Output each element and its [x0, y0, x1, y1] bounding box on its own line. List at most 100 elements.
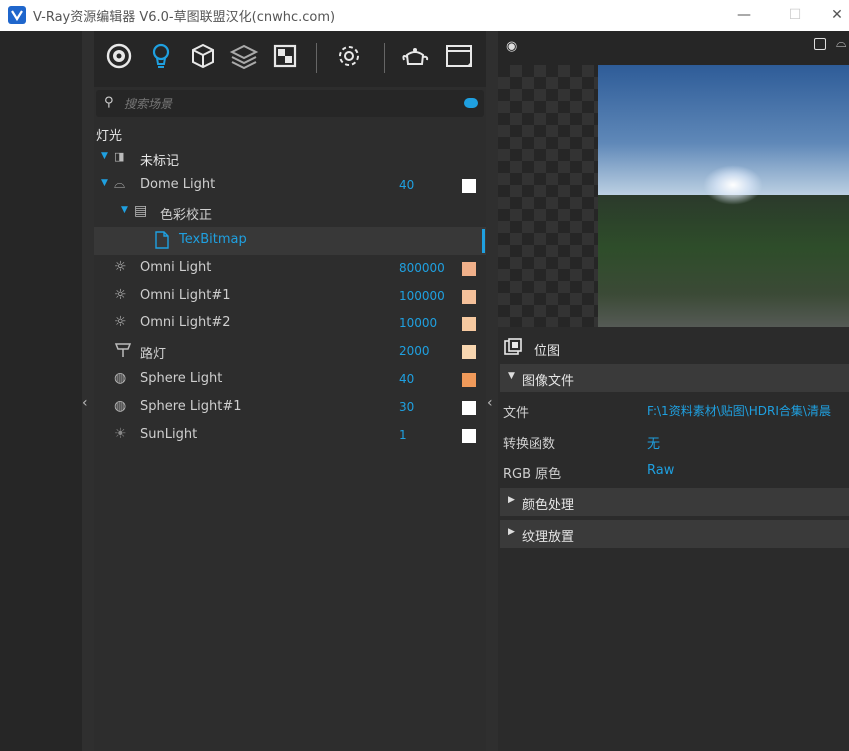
list-item-label: Sphere Light — [140, 371, 223, 386]
list-item[interactable]: ▼ ⌓ Dome Light 40 — [94, 172, 486, 200]
expand-arrow-icon[interactable]: ▼ — [101, 178, 108, 188]
preview-eye-icon[interactable]: ◉ — [506, 39, 517, 54]
dome-light-icon: ⌓ — [114, 176, 126, 192]
intensity-value[interactable]: 40 — [399, 178, 414, 192]
minimize-icon[interactable]: — — [733, 4, 755, 26]
lights-icon[interactable] — [146, 41, 176, 71]
omni-light-icon: ☼ — [114, 314, 127, 330]
list-item[interactable]: ▼ ▤ 色彩校正 — [94, 199, 486, 227]
materials-icon[interactable] — [104, 41, 134, 71]
expand-arrow-icon[interactable]: ▼ — [101, 151, 108, 161]
preview-toolbar: ◉ ⌓ — [498, 31, 849, 65]
bitmap-title: 位图 — [534, 344, 561, 359]
list-item-label: 未标记 — [140, 154, 180, 169]
scene-search-field[interactable]: ⚲ 搜索场景 — [96, 90, 484, 117]
expand-arrow-icon[interactable]: ▼ — [121, 205, 128, 215]
color-processing-group[interactable]: ▶ 颜色处理 — [500, 488, 849, 516]
chevron-left-icon[interactable]: ‹ — [487, 395, 493, 411]
expand-arrow-icon[interactable]: ▼ — [508, 371, 515, 381]
color-swatch[interactable] — [462, 290, 476, 304]
list-item-label: 色彩校正 — [160, 208, 213, 223]
collapse-arrow-icon[interactable]: ▶ — [508, 527, 515, 537]
chevron-left-icon[interactable]: ‹ — [82, 395, 88, 411]
vray-app-icon — [8, 6, 26, 24]
toolbar-divider — [384, 43, 385, 73]
file-path-value[interactable]: F:\1资料素材\贴图\HDRI合集\清晨 — [647, 402, 831, 419]
intensity-value[interactable]: 2000 — [399, 344, 430, 358]
list-item[interactable]: ☀ SunLight 1 — [94, 422, 486, 450]
color-swatch[interactable] — [462, 179, 476, 193]
color-swatch[interactable] — [462, 317, 476, 331]
settings-icon[interactable] — [334, 41, 364, 71]
list-item-label: Sphere Light#1 — [140, 399, 242, 414]
toolbar-divider — [316, 43, 317, 73]
window-title: V-Ray资源编辑器 V6.0-草图联盟汉化(cnwhc.com) — [33, 10, 336, 25]
street-light-icon — [114, 342, 134, 362]
file-icon — [154, 231, 174, 251]
layers-icon[interactable] — [229, 41, 259, 71]
collapse-arrow-icon[interactable]: ▶ — [508, 495, 515, 505]
sphere-light-icon: ◍ — [114, 370, 127, 386]
intensity-value[interactable]: 40 — [399, 372, 414, 386]
list-item[interactable]: 路灯 2000 — [94, 338, 486, 366]
image-file-group[interactable]: ▼ 图像文件 — [500, 364, 849, 392]
maximize-icon[interactable]: ☐ — [784, 4, 806, 26]
group-label: 图像文件 — [522, 374, 575, 389]
intensity-value[interactable]: 800000 — [399, 261, 445, 275]
list-item-label: Omni Light — [140, 260, 212, 275]
lights-section-title: 灯光 — [96, 129, 123, 144]
texture-placement-group[interactable]: ▶ 纹理放置 — [500, 520, 849, 548]
search-icon: ⚲ — [104, 95, 114, 110]
rgb-primaries-value[interactable]: Raw — [647, 463, 674, 478]
render-elements-icon[interactable] — [270, 41, 300, 71]
list-item[interactable]: ▼ ◨ 未标记 — [94, 145, 486, 173]
transfer-function-value[interactable]: 无 — [647, 433, 660, 452]
intensity-value[interactable]: 10000 — [399, 316, 437, 330]
close-icon[interactable]: ✕ — [826, 4, 848, 26]
left-outer-panel — [0, 31, 82, 751]
list-item[interactable]: ☼ Omni Light#1 100000 — [94, 283, 486, 311]
selection-indicator — [482, 229, 485, 253]
checker-background — [498, 65, 598, 327]
square-preview-icon[interactable] — [814, 38, 826, 50]
list-item-selected[interactable]: TexBitmap — [94, 227, 486, 255]
asset-toolbar — [94, 31, 494, 87]
teapot-render-icon[interactable] — [400, 41, 430, 71]
color-swatch[interactable] — [462, 373, 476, 387]
tag-icon: ◨ — [114, 150, 125, 163]
bitmap-header: 位图 — [498, 333, 849, 363]
list-item-label: TexBitmap — [179, 232, 247, 247]
list-item-label: Omni Light#1 — [140, 288, 231, 303]
intensity-value[interactable]: 1 — [399, 428, 407, 442]
filter-visibility-icon[interactable] — [464, 98, 478, 108]
group-label: 颜色处理 — [522, 498, 575, 513]
list-item[interactable]: ◍ Sphere Light#1 30 — [94, 394, 486, 422]
list-item-label: 路灯 — [140, 347, 167, 362]
group-label: 纹理放置 — [522, 530, 575, 545]
title-bar: V-Ray资源编辑器 V6.0-草图联盟汉化(cnwhc.com) — ☐ ✕ — [0, 0, 849, 31]
list-item[interactable]: ◍ Sphere Light 40 — [94, 366, 486, 394]
list-item-label: SunLight — [140, 427, 198, 442]
geometry-icon[interactable] — [188, 41, 218, 71]
omni-light-icon: ☼ — [114, 287, 127, 303]
color-swatch[interactable] — [462, 262, 476, 276]
hdri-sun-glow — [703, 165, 763, 205]
search-placeholder: 搜索场景 — [124, 97, 173, 111]
list-item-label: Omni Light#2 — [140, 315, 231, 330]
list-item[interactable]: ☼ Omni Light#2 10000 — [94, 310, 486, 338]
frame-buffer-icon[interactable] — [444, 41, 474, 71]
sphere-light-icon: ◍ — [114, 398, 127, 414]
teapot-preview-icon[interactable]: ⌓ — [836, 36, 846, 51]
intensity-value[interactable]: 30 — [399, 400, 414, 414]
sun-light-icon: ☀ — [114, 426, 127, 442]
color-swatch[interactable] — [462, 345, 476, 359]
list-item-label: Dome Light — [140, 177, 216, 192]
file-label: 文件 — [503, 406, 530, 421]
color-swatch[interactable] — [462, 401, 476, 415]
middle-collapse-handle[interactable]: ‹ — [486, 31, 498, 751]
color-swatch[interactable] — [462, 429, 476, 443]
left-collapse-handle[interactable]: ‹ — [82, 31, 94, 751]
hdri-preview-image — [598, 65, 849, 327]
intensity-value[interactable]: 100000 — [399, 289, 445, 303]
list-item[interactable]: ☼ Omni Light 800000 — [94, 255, 486, 283]
